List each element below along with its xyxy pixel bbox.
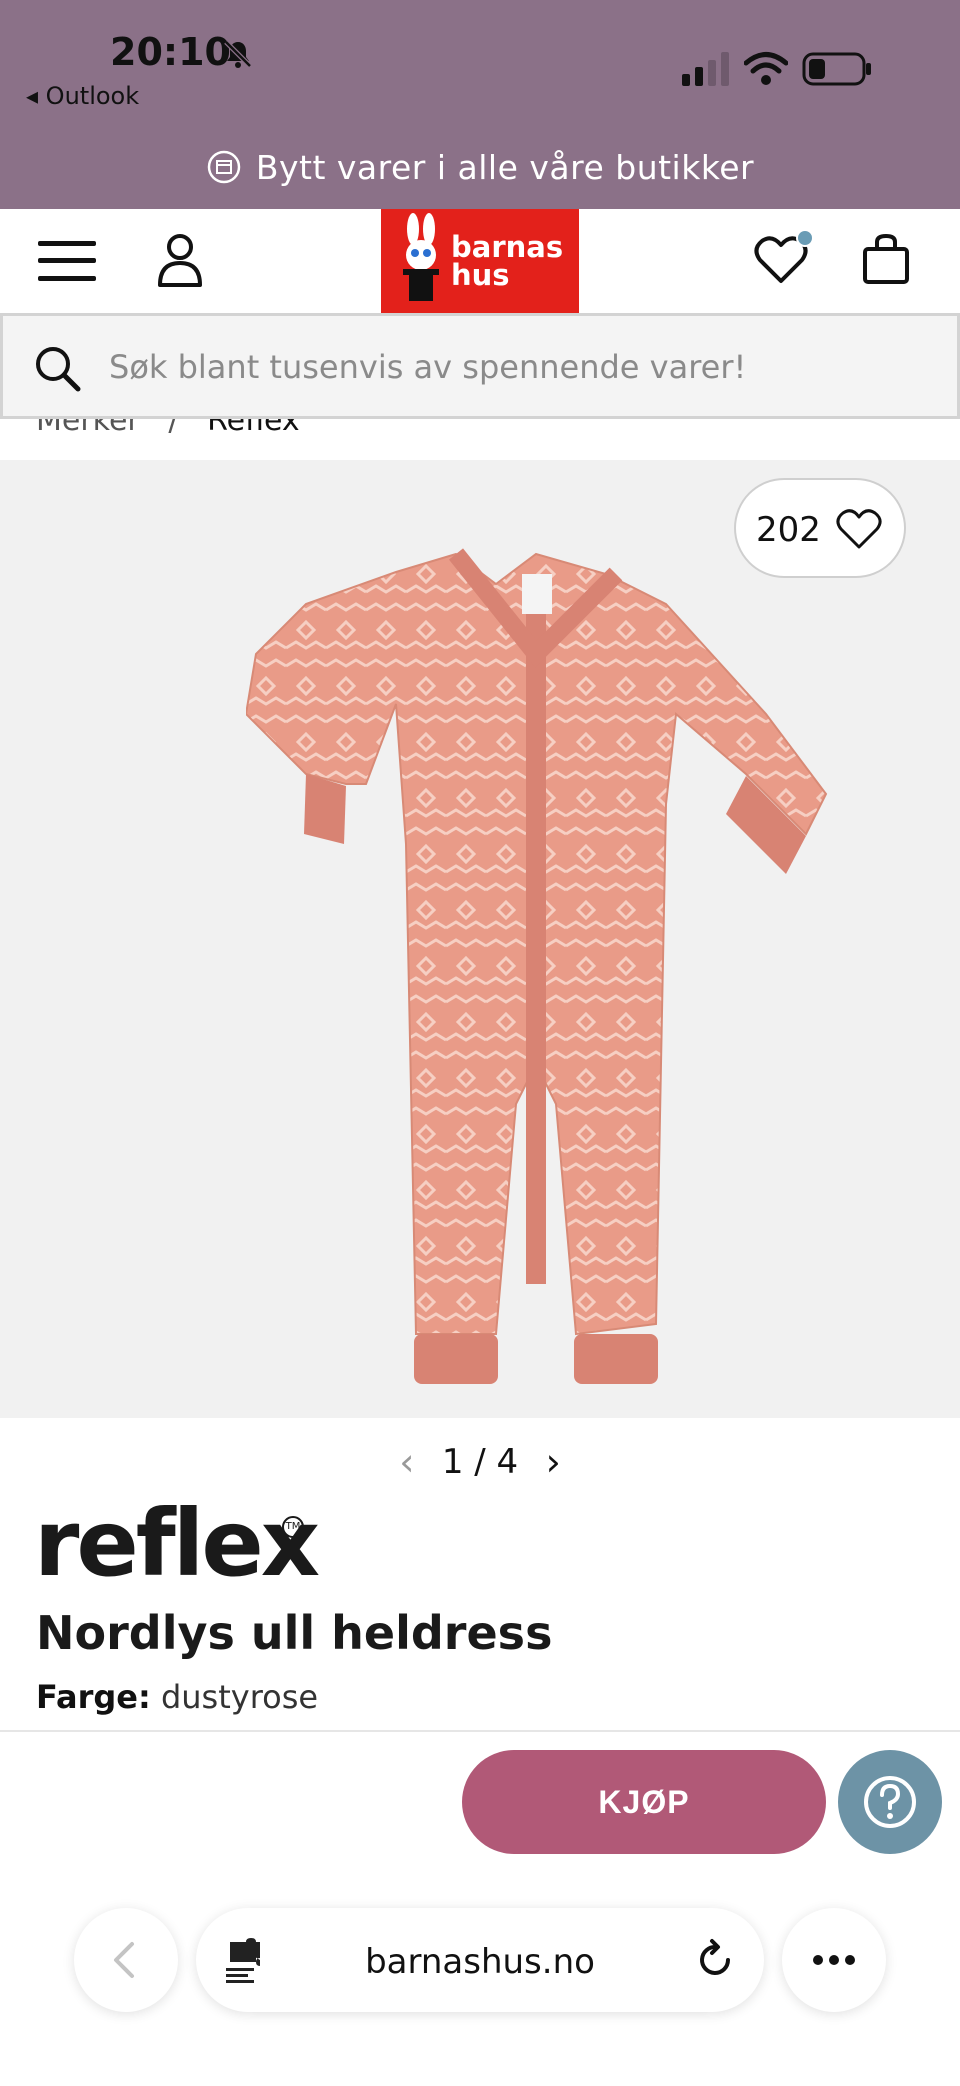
wifi-icon [744,52,788,85]
logo-text: barnas hus [451,230,564,292]
gallery-prev-button[interactable]: ‹ [392,1440,422,1484]
divider [0,1730,960,1732]
color-label: Farge: [36,1678,151,1716]
browser-url: barnashus.no [365,1942,595,1982]
promo-text: Bytt varer i alle våre butikker [255,148,755,187]
bell-muted-icon [224,40,252,68]
gallery-current: 1 [441,1442,464,1482]
gallery-separator: / [474,1442,486,1482]
search-input[interactable]: Søk blant tusenvis av spennende varer! [109,348,746,386]
site-logo[interactable]: barnas hus [381,209,579,313]
gallery-pager: ‹ 1 / 4 › [0,1440,960,1484]
menu-icon[interactable] [38,239,96,283]
status-time: 20:10 [110,30,231,74]
status-and-promo-bar: 20:10 ◂ Outlook Bytt varer i alle våre b… [0,0,960,209]
logo-line2: hus [451,258,510,292]
help-button[interactable] [838,1750,942,1854]
browser-toolbar: barnashus.no [0,1870,960,2086]
logo-line1: barnas [451,230,564,264]
heart-icon [836,509,882,549]
battery-icon [802,52,871,86]
product-title: Nordlys ull heldress [36,1606,553,1660]
account-icon[interactable] [156,231,204,289]
shopping-bag-icon[interactable] [862,233,910,285]
browser-address-bar[interactable]: barnashus.no [196,1908,764,2012]
chevron-left-icon [114,1942,134,1978]
brand-logo[interactable]: reflex [34,1490,320,1597]
browser-back-button[interactable] [74,1908,178,2012]
product-image-onesie [246,548,828,1384]
gallery-total: 4 [496,1442,519,1482]
exchange-box-icon [207,150,241,184]
cellular-signal-icon [682,52,729,86]
page: 20:10 ◂ Outlook Bytt varer i alle våre b… [0,0,960,2086]
promo-banner[interactable]: Bytt varer i alle våre butikker [0,148,960,187]
wishlist-badge-dot [796,229,814,247]
trademark-mark: TM [282,1516,304,1538]
product-color: Farge: dustyrose [36,1678,318,1716]
buy-button[interactable]: KJØP [462,1750,826,1854]
gallery-next-button[interactable]: › [538,1440,568,1484]
color-value: dustyrose [160,1678,319,1716]
product-gallery[interactable]: 202 [0,460,960,1418]
more-dots-icon [813,1955,855,1965]
search-bar[interactable]: Søk blant tusenvis av spennende varer! [0,313,960,419]
rabbit-hat-icon [403,213,439,301]
browser-more-button[interactable] [782,1908,886,2012]
back-to-app-link[interactable]: ◂ Outlook [26,82,139,110]
question-icon [864,1776,916,1828]
reload-icon[interactable] [696,1936,736,1982]
site-header: barnas hus [0,209,960,313]
search-icon [36,347,81,392]
